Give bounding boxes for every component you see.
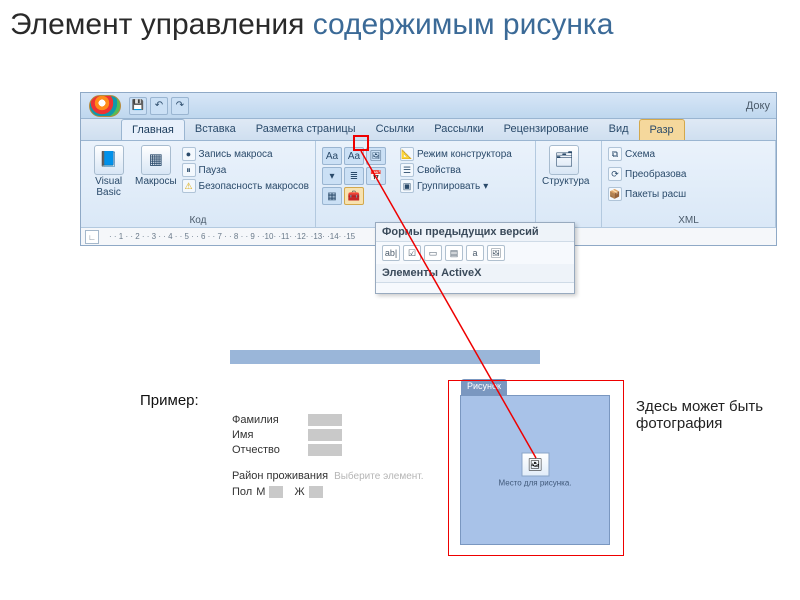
row-region: Район проживания Выберите элемент. — [232, 470, 424, 482]
office-button[interactable] — [89, 95, 121, 117]
design-icon: 📐 — [400, 147, 414, 161]
packs-icon: 📦 — [608, 187, 622, 201]
legacy-listbox-icon[interactable]: ▤ — [445, 245, 463, 261]
picture-control-icon[interactable]: 🖼 — [366, 147, 386, 165]
structure-button[interactable]: 🗂 Структура — [542, 143, 586, 188]
example-label: Пример: — [140, 392, 199, 409]
group-xml-label: XML — [608, 215, 769, 227]
title-bar: 💾 ↶ ↷ Доку — [81, 93, 776, 119]
tab-view[interactable]: Вид — [599, 119, 639, 140]
pause-icon: ⏸ — [182, 163, 196, 177]
callout-source — [353, 135, 369, 151]
ribbon-tabs: Главная Вставка Разметка страницы Ссылки… — [81, 119, 776, 141]
macro-security-button[interactable]: ⚠Безопасность макросов — [182, 179, 310, 193]
patronymic-field[interactable] — [308, 444, 342, 456]
expansion-packs-button[interactable]: 📦Пакеты расш — [608, 187, 686, 201]
doc-header-strip — [230, 350, 540, 364]
dropdown-legacy-row: ab| ☑ ▭ ▤ a 🖼 — [376, 242, 574, 264]
legacy-label-icon[interactable]: a — [466, 245, 484, 261]
group-controls: Aa Aa 🖼 ▾ ≣ 📅 ▦ 🧰 📐Режим конструктора ☰С… — [316, 141, 536, 227]
group-code-label: Код — [87, 215, 309, 227]
undo-icon[interactable]: ↶ — [150, 97, 168, 115]
dropdown-activex-row — [376, 283, 574, 293]
design-mode-button[interactable]: 📐Режим конструктора — [400, 147, 512, 161]
lastname-field[interactable] — [308, 414, 342, 426]
macros-button[interactable]: ▦ Макросы — [134, 143, 177, 188]
ruler-corner-icon[interactable]: ∟ — [85, 230, 99, 244]
legacy-combobox-icon[interactable]: ▭ — [424, 245, 442, 261]
redo-icon[interactable]: ↷ — [171, 97, 189, 115]
record-icon: ● — [182, 147, 196, 161]
group-code: 📘 Visual Basic ▦ Макросы ●Запись макроса… — [81, 141, 316, 227]
richtext-control-icon[interactable]: Aa — [322, 147, 342, 165]
building-block-icon[interactable]: ▦ — [322, 187, 342, 205]
properties-icon: ☰ — [400, 163, 414, 177]
row-patronymic: Отчество — [232, 444, 424, 456]
legacy-image-icon[interactable]: 🖼 — [487, 245, 505, 261]
legacy-tools-dropdown: Формы предыдущих версий ab| ☑ ▭ ▤ a 🖼 Эл… — [375, 222, 575, 294]
window-doc-label: Доку — [746, 100, 776, 112]
schema-icon: ⧉ — [608, 147, 622, 161]
group-structure: 🗂 Структура — [536, 141, 602, 227]
pause-button[interactable]: ⏸Пауза — [182, 163, 310, 177]
warning-icon: ⚠ — [182, 179, 196, 193]
properties-button[interactable]: ☰Свойства — [400, 163, 512, 177]
region-dropdown-placeholder[interactable]: Выберите элемент. — [334, 471, 423, 482]
dropdown-activex-header: Элементы ActiveX — [376, 264, 574, 283]
macros-icon: ▦ — [141, 145, 171, 175]
slide-title-accent: содержимым рисунка — [313, 8, 614, 41]
row-gender: Пол М Ж — [232, 486, 424, 498]
firstname-field[interactable] — [308, 429, 342, 441]
dropdown-legacy-header: Формы предыдущих версий — [376, 223, 574, 242]
transform-icon: ⟳ — [608, 167, 622, 181]
example-form: Фамилия Имя Отчество Район проживания Вы… — [232, 414, 424, 498]
group-icon: ▣ — [400, 179, 414, 193]
gender-f-checkbox[interactable] — [309, 486, 323, 498]
callout-target — [448, 380, 624, 556]
legacy-textfield-icon[interactable]: ab| — [382, 245, 400, 261]
visual-basic-button[interactable]: 📘 Visual Basic — [87, 143, 130, 198]
row-lastname: Фамилия — [232, 414, 424, 426]
annotation-text: Здесь может быть фотография — [636, 398, 800, 433]
transform-button[interactable]: ⟳Преобразова — [608, 167, 686, 181]
gender-m-checkbox[interactable] — [269, 486, 283, 498]
structure-icon: 🗂 — [549, 145, 579, 175]
tab-layout[interactable]: Разметка страницы — [246, 119, 366, 140]
tab-home[interactable]: Главная — [121, 119, 185, 140]
slide-title: Элемент управления содержимым рисунка — [10, 8, 613, 41]
dropdown-control-icon[interactable]: ≣ — [344, 167, 364, 185]
tab-mailings[interactable]: Рассылки — [424, 119, 493, 140]
legacy-checkbox-icon[interactable]: ☑ — [403, 245, 421, 261]
ribbon-body: 📘 Visual Basic ▦ Макросы ●Запись макроса… — [81, 141, 776, 227]
schema-button[interactable]: ⧉Схема — [608, 147, 655, 161]
tab-developer[interactable]: Разр — [639, 119, 685, 140]
save-icon[interactable]: 💾 — [129, 97, 147, 115]
combobox-control-icon[interactable]: ▾ — [322, 167, 342, 185]
tab-insert[interactable]: Вставка — [185, 119, 246, 140]
tab-review[interactable]: Рецензирование — [494, 119, 599, 140]
slide-title-plain: Элемент управления — [10, 8, 304, 41]
legacy-tools-button[interactable]: 🧰 — [344, 187, 364, 205]
callout-line — [0, 0, 800, 600]
quick-access-toolbar: 💾 ↶ ↷ — [129, 97, 189, 115]
vb-icon: 📘 — [94, 145, 124, 175]
group-button[interactable]: ▣Группировать ▾ — [400, 179, 512, 193]
date-control-icon[interactable]: 📅 — [366, 167, 386, 185]
row-firstname: Имя — [232, 429, 424, 441]
record-macro-button[interactable]: ●Запись макроса — [182, 147, 310, 161]
group-xml: ⧉Схема ⟳Преобразова 📦Пакеты расш XML — [602, 141, 776, 227]
tab-references[interactable]: Ссылки — [366, 119, 425, 140]
controls-gallery: Aa Aa 🖼 ▾ ≣ 📅 ▦ 🧰 — [322, 147, 396, 205]
